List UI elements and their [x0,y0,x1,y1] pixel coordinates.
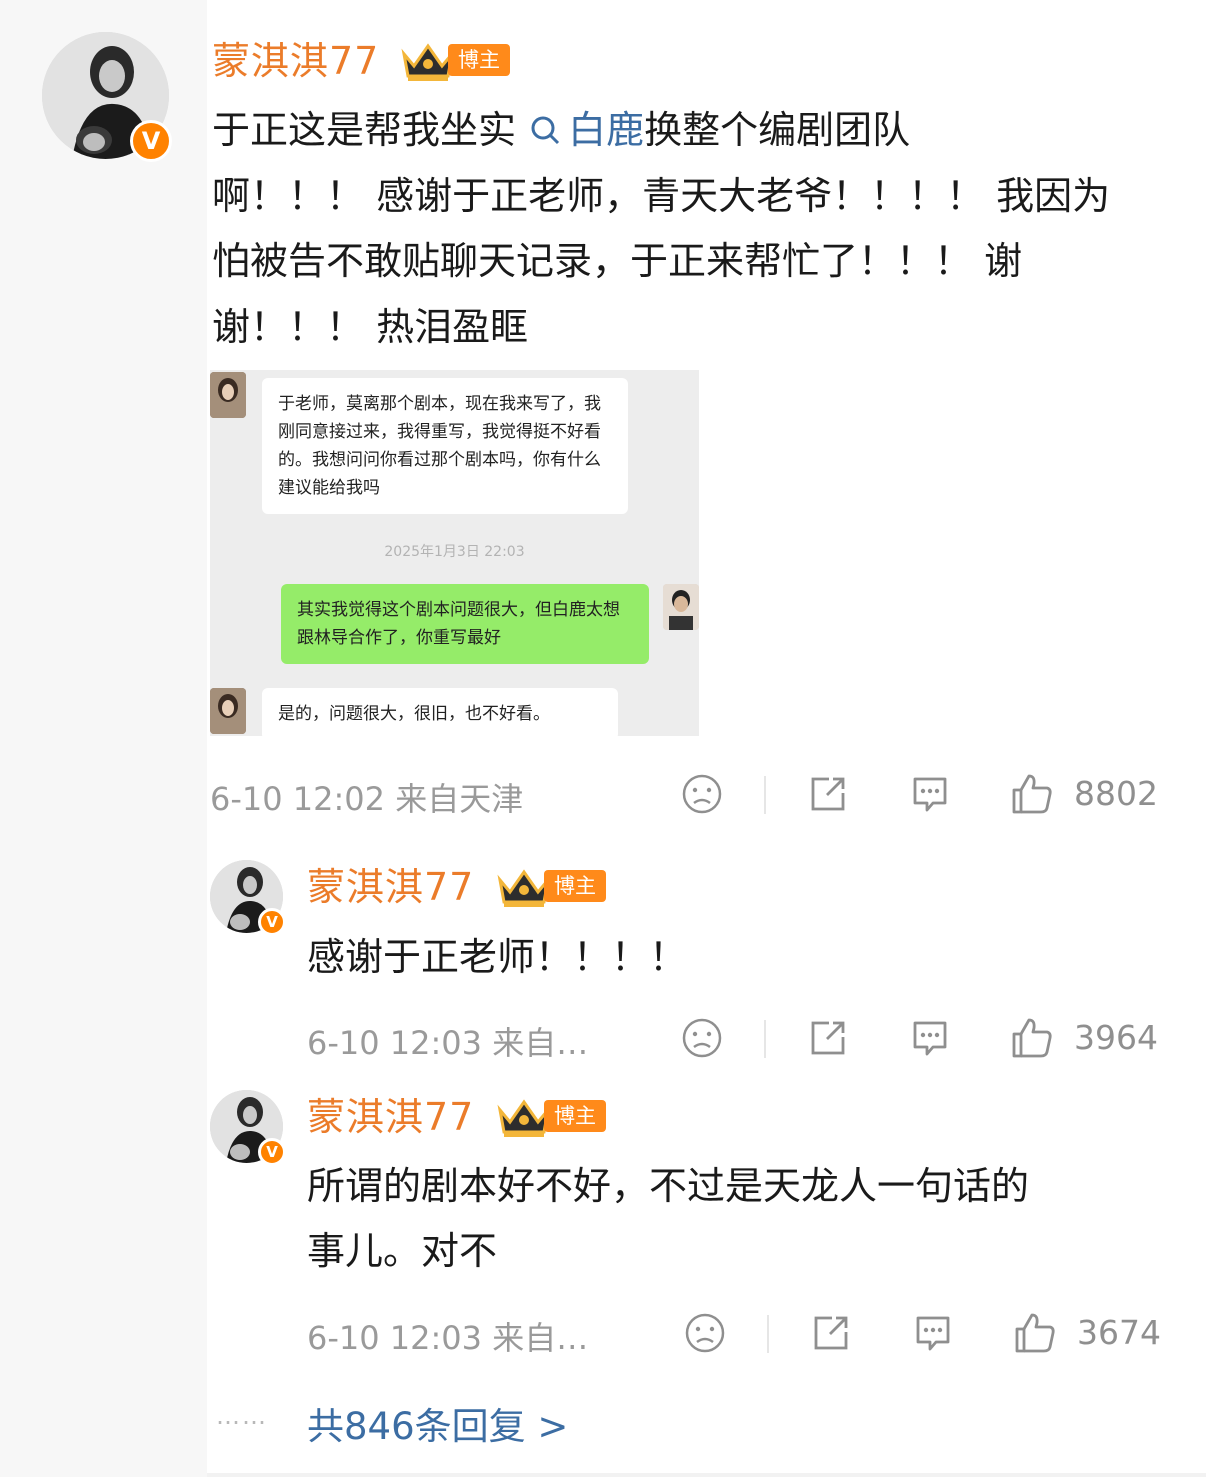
chat-bubble: 于老师，莫离那个剧本，现在我来写了，我刚同意接过来，我得重写，我觉得挺不好看的。… [262,378,628,514]
comment-icon[interactable] [909,773,951,815]
chat-bubble: 是的，问题很大，很旧，也不好看。 [262,688,618,736]
divider [764,1020,766,1058]
dislike-icon[interactable] [681,1017,723,1059]
more-replies-link[interactable]: 共846条回复 > [307,1396,568,1450]
chat-avatar [663,584,699,630]
reply-username[interactable]: 蒙淇淇77 [307,1094,474,1140]
share-icon[interactable] [810,1312,852,1354]
like-icon[interactable] [1013,1311,1057,1355]
divider [767,1315,769,1353]
verified-icon: V [258,1138,286,1166]
chat-bubble-green: 其实我觉得这个剧本问题很大，但白鹿太想跟林导合作了，你重写最好 [281,584,649,664]
reply-text: 感谢于正老师！！！！ [307,935,688,979]
like-icon[interactable] [1010,772,1054,816]
share-icon[interactable] [807,773,849,815]
comment-icon[interactable] [912,1312,954,1354]
blogger-badge: 博主 [544,870,606,902]
bottom-divider [207,1473,1206,1477]
left-margin [0,0,207,1477]
blogger-badge: 博主 [544,1100,606,1132]
post-username[interactable]: 蒙淇淇77 [212,38,379,84]
chat-avatar [210,372,246,418]
search-icon [531,116,560,145]
blogger-badge: 博主 [448,44,510,76]
reply-meta: 6-10 12:03 来自… [307,1024,589,1062]
like-count: 3964 [1074,1018,1158,1057]
share-icon[interactable] [807,1017,849,1059]
post-meta: 6-10 12:02 来自天津 [210,780,524,818]
reply-text: 所谓的剧本好不好，不过是天龙人一句话的 事儿。对不 [307,1164,1030,1273]
dislike-icon[interactable] [681,773,723,815]
like-count: 3674 [1077,1313,1161,1352]
like-count: 8802 [1074,774,1158,813]
comment-icon[interactable] [909,1017,951,1059]
dots: …… [216,1402,268,1430]
post-text: 于正这是帮我坐实 白鹿换整个编剧团队 啊！！！ 感谢于正老师，青天大老爷！！！！… [212,108,1111,349]
chat-screenshot[interactable]: 于老师，莫离那个剧本，现在我来写了，我刚同意接过来，我得重写，我觉得挺不好看的。… [210,370,699,736]
dislike-icon[interactable] [684,1312,726,1354]
reply-username[interactable]: 蒙淇淇77 [307,864,474,910]
like-icon[interactable] [1010,1016,1054,1060]
topic-link[interactable]: 白鹿 [528,108,644,152]
divider [764,776,766,814]
reply-meta: 6-10 12:03 来自… [307,1319,589,1357]
verified-icon: V [258,908,286,936]
chat-timestamp: 2025年1月3日 22:03 [384,544,525,560]
chat-avatar [210,688,246,734]
verified-icon: V [130,120,172,162]
